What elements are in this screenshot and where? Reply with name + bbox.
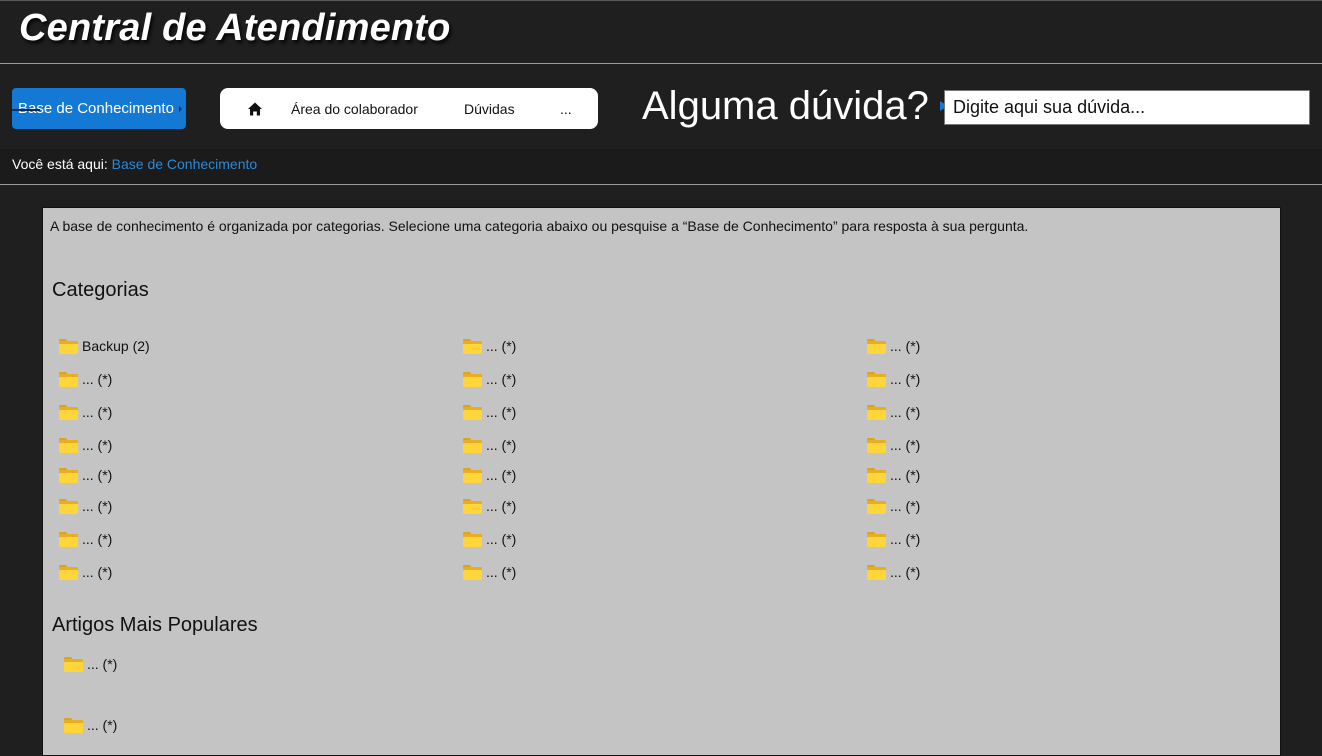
category-label: ... (*): [82, 437, 113, 453]
knowledge-base-button[interactable]: Base de Conhecimento: [12, 88, 186, 129]
breadcrumb-link[interactable]: Base de Conhecimento: [112, 156, 258, 172]
folder-icon: [867, 338, 886, 354]
folder-icon: [463, 467, 482, 483]
category-item[interactable]: ... (*): [59, 404, 112, 420]
category-item[interactable]: ... (*): [59, 498, 112, 514]
category-item[interactable]: ... (*): [59, 437, 112, 453]
category-label: ... (*): [486, 531, 517, 547]
search-input[interactable]: [944, 90, 1310, 125]
category-item[interactable]: ... (*): [59, 564, 112, 580]
popular-articles-title: Artigos Mais Populares: [52, 614, 258, 636]
popular-article-label: ... (*): [87, 717, 118, 733]
folder-icon: [59, 564, 78, 580]
category-item[interactable]: ... (*): [867, 564, 920, 580]
folder-icon: [867, 531, 886, 547]
category-label: ... (*): [82, 564, 113, 580]
category-item[interactable]: ... (*): [867, 467, 920, 483]
category-item[interactable]: ... (*): [463, 404, 516, 420]
nav-item-colaborador[interactable]: Área do colaborador: [291, 101, 418, 117]
question-title: Alguma dúvida?: [642, 84, 929, 128]
category-item[interactable]: ... (*): [463, 467, 516, 483]
category-label: ... (*): [82, 467, 113, 483]
nav-item-duvidas[interactable]: Dúvidas: [464, 101, 515, 117]
breadcrumb: Você está aqui: Base de Conhecimento: [12, 156, 257, 172]
top-header: Central de Atendimento: [0, 0, 1322, 64]
folder-icon: [463, 531, 482, 547]
folder-icon: [867, 498, 886, 514]
folder-icon: [463, 371, 482, 387]
category-label: ... (*): [486, 564, 517, 580]
folder-icon: [59, 498, 78, 514]
folder-icon: [59, 404, 78, 420]
category-item[interactable]: ... (*): [867, 531, 920, 547]
category-label: ... (*): [890, 404, 921, 420]
category-label: ... (*): [82, 371, 113, 387]
folder-icon: [463, 498, 482, 514]
category-item[interactable]: ... (*): [59, 531, 112, 547]
category-item[interactable]: ... (*): [463, 564, 516, 580]
category-label: Backup (2): [82, 338, 150, 354]
category-item[interactable]: ... (*): [463, 338, 516, 354]
folder-icon: [59, 371, 78, 387]
popular-article-item[interactable]: ... (*): [64, 656, 117, 672]
popular-article-item[interactable]: ... (*): [64, 717, 117, 733]
category-item[interactable]: ... (*): [867, 498, 920, 514]
folder-icon: [867, 404, 886, 420]
category-label: ... (*): [890, 531, 921, 547]
category-label: ... (*): [890, 338, 921, 354]
category-item[interactable]: ... (*): [59, 371, 112, 387]
category-label: ... (*): [486, 404, 517, 420]
category-label: ... (*): [890, 467, 921, 483]
category-item[interactable]: Backup (2): [59, 338, 150, 354]
category-label: ... (*): [890, 437, 921, 453]
folder-icon: [64, 717, 83, 733]
app-title: Central de Atendimento: [19, 7, 451, 49]
folder-icon: [867, 371, 886, 387]
folder-icon: [59, 437, 78, 453]
category-item[interactable]: ... (*): [463, 531, 516, 547]
category-item[interactable]: ... (*): [463, 437, 516, 453]
category-label: ... (*): [890, 564, 921, 580]
category-item[interactable]: ... (*): [59, 467, 112, 483]
category-label: ... (*): [486, 371, 517, 387]
category-label: ... (*): [82, 404, 113, 420]
category-item[interactable]: ... (*): [867, 404, 920, 420]
category-label: ... (*): [890, 371, 921, 387]
folder-icon: [867, 437, 886, 453]
folder-icon: [463, 338, 482, 354]
category-label: ... (*): [486, 338, 517, 354]
category-item[interactable]: ... (*): [867, 437, 920, 453]
category-label: ... (*): [486, 437, 517, 453]
folder-icon: [867, 564, 886, 580]
category-item[interactable]: ... (*): [867, 338, 920, 354]
categories-title: Categorias: [52, 279, 149, 301]
main-nav: Área do colaborador Dúvidas ...: [220, 88, 598, 129]
underline-decoration: [12, 109, 40, 111]
breadcrumb-bar: Você está aqui: Base de Conhecimento: [0, 149, 1322, 185]
category-label: ... (*): [82, 531, 113, 547]
category-item[interactable]: ... (*): [867, 371, 920, 387]
content-panel: A base de conhecimento é organizada por …: [42, 207, 1281, 756]
popular-article-label: ... (*): [87, 656, 118, 672]
folder-icon: [59, 531, 78, 547]
caret-right-icon: [179, 106, 182, 112]
intro-text: A base de conhecimento é organizada por …: [50, 218, 1029, 234]
folder-icon: [463, 404, 482, 420]
folder-icon: [59, 467, 78, 483]
category-item[interactable]: ... (*): [463, 498, 516, 514]
breadcrumb-prefix: Você está aqui:: [12, 156, 108, 172]
folder-icon: [64, 656, 83, 672]
category-label: ... (*): [486, 467, 517, 483]
folder-icon: [463, 564, 482, 580]
folder-icon: [59, 338, 78, 354]
category-item[interactable]: ... (*): [463, 371, 516, 387]
nav-item-more[interactable]: ...: [560, 101, 572, 117]
folder-icon: [463, 437, 482, 453]
folder-icon: [867, 467, 886, 483]
home-icon[interactable]: [247, 101, 263, 117]
knowledge-base-label: Base de Conhecimento: [18, 100, 174, 117]
category-label: ... (*): [890, 498, 921, 514]
category-label: ... (*): [82, 498, 113, 514]
category-label: ... (*): [486, 498, 517, 514]
